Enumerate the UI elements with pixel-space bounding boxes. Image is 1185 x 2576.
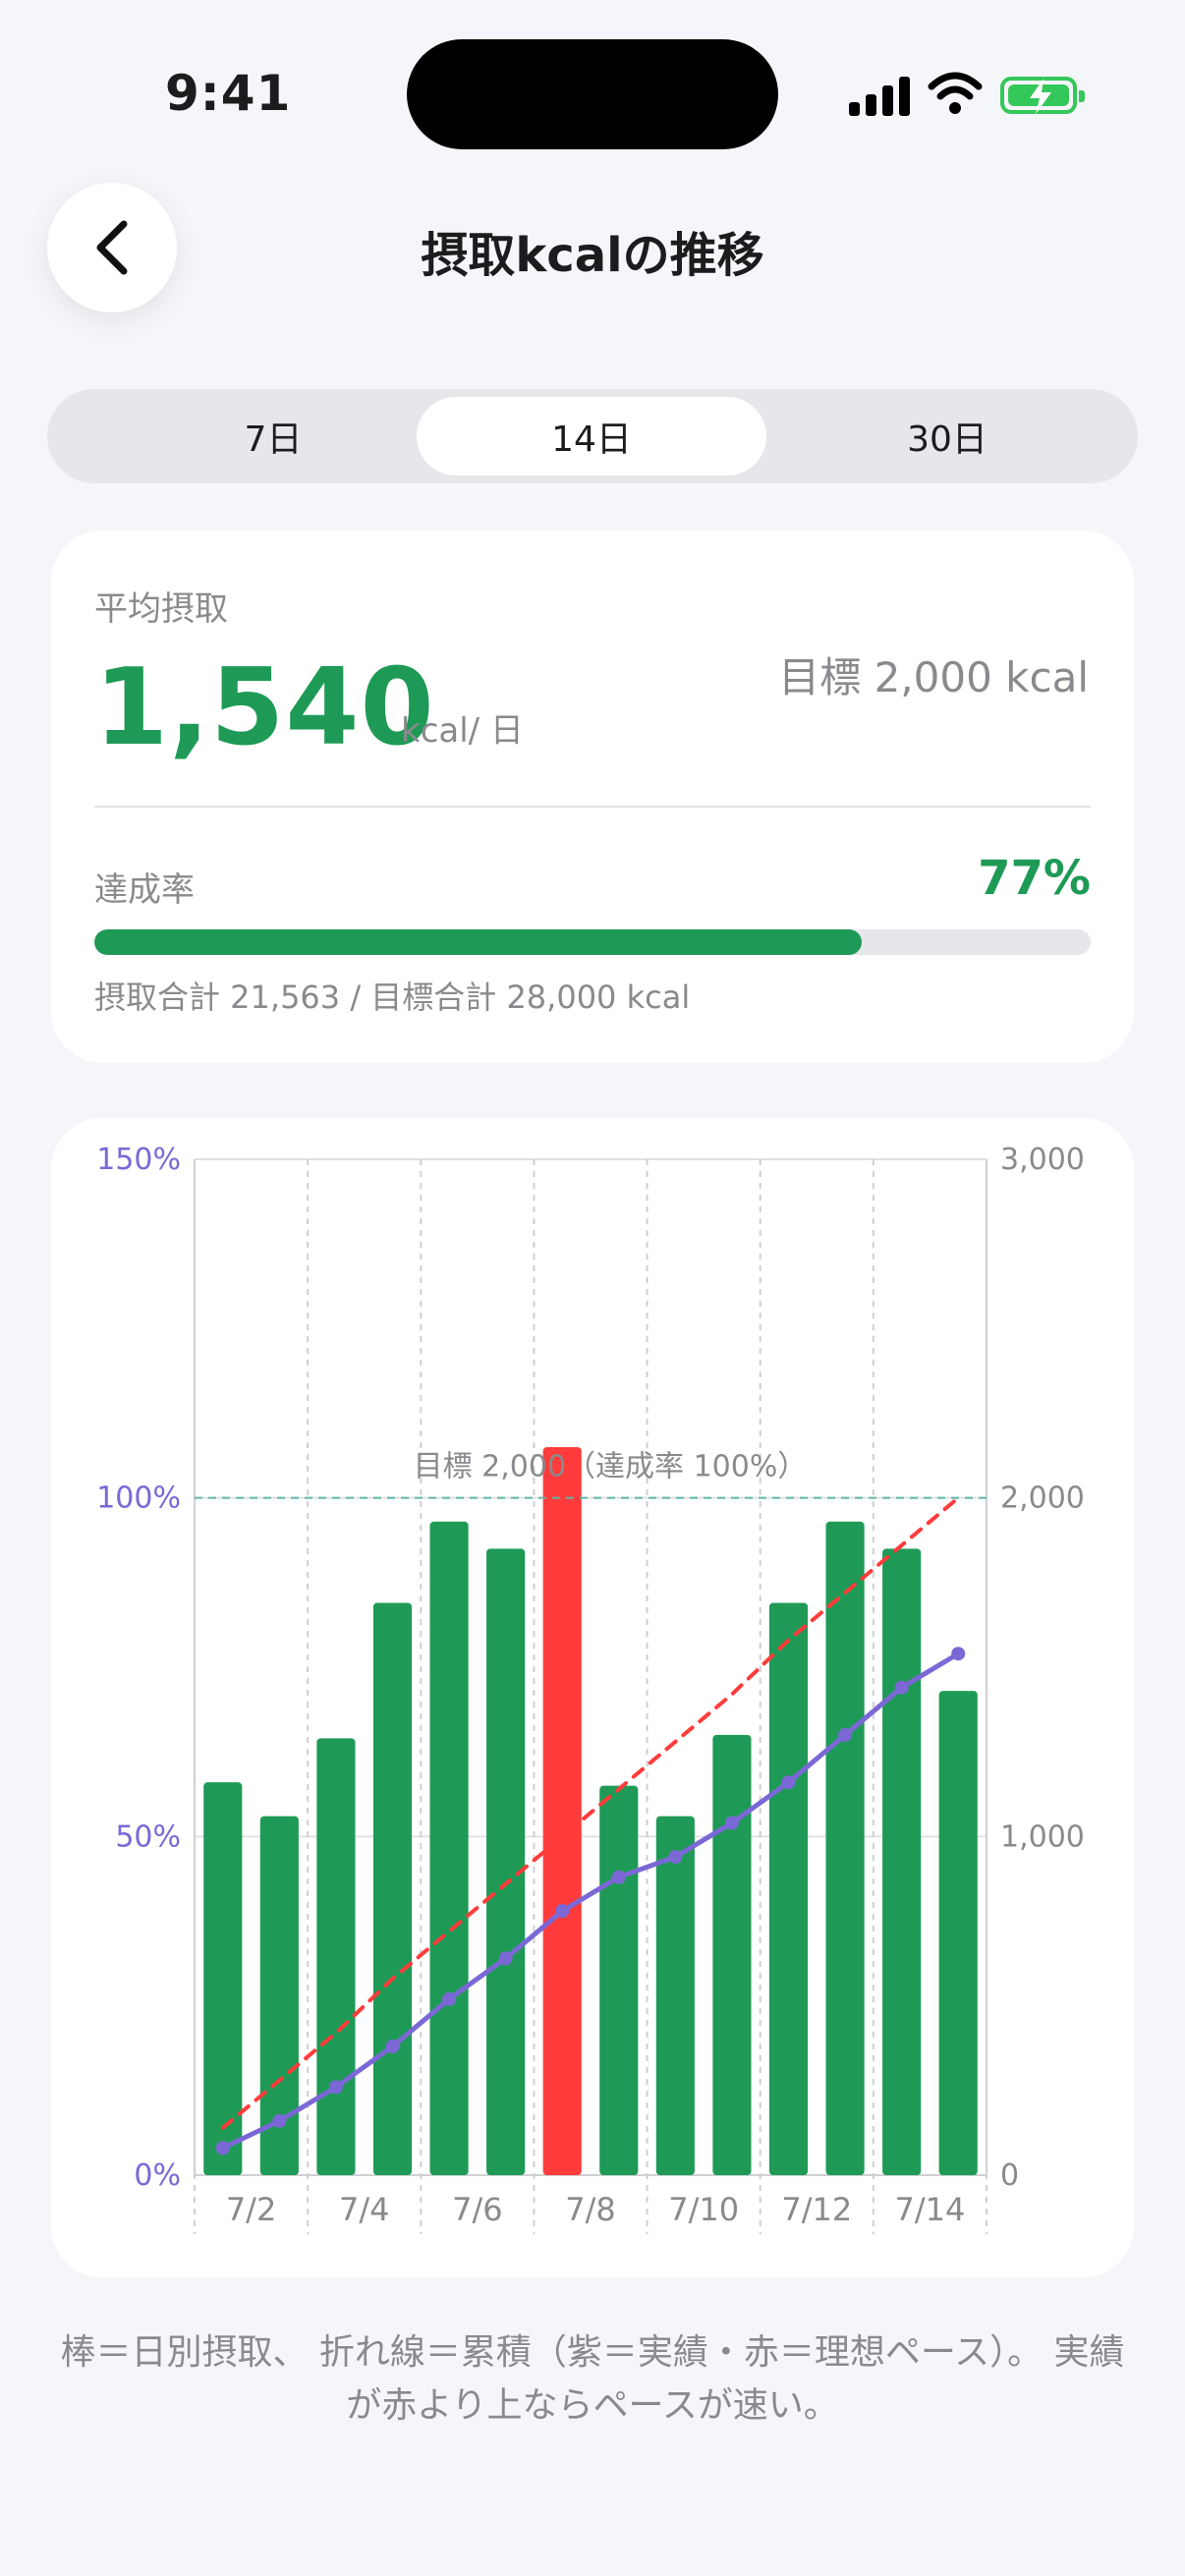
tab-7-days[interactable]: 7日	[98, 397, 448, 476]
bar-7-2	[203, 1782, 243, 2175]
cumulative-point-7-13	[838, 1727, 853, 1742]
achievement-rate-label: 達成率	[94, 870, 195, 910]
summary-card: 平均摂取 1,540 kcal/ 日 目標 2,000 kcal 達成率 77%…	[51, 531, 1134, 1063]
achievement-rate-value: 77%	[978, 851, 1091, 906]
bar-7-5	[372, 1602, 413, 2175]
totals-text: 摂取合計 21,563 / 目標合計 28,000 kcal	[94, 979, 691, 1016]
intake-chart: 目標 2,000（達成率 100%） 0% 50% 100% 150% 0 1,000 2,0…	[96, 1143, 1085, 2234]
chart-footnote: 棒＝日別摂取、 折れ線＝累積（紫＝実績・赤＝理想ペース）。 実績 が赤より上なら…	[39, 2326, 1146, 2433]
cumulative-point-7-6	[442, 1991, 457, 2006]
left-axis-tick-label: 0%	[134, 2158, 181, 2193]
x-axis-tick-label: 7/2	[226, 2191, 276, 2228]
x-axis-tick-label: 7/14	[894, 2191, 965, 2228]
cumulative-point-7-11	[724, 1816, 739, 1830]
footnote-line-2: が赤より上ならペースが速い。	[346, 2385, 839, 2426]
right-axis-tick-label: 0	[1000, 2158, 1019, 2193]
battery-icon	[1000, 77, 1085, 114]
x-axis-tick-label: 7/10	[668, 2191, 739, 2228]
cumulative-point-7-9	[611, 1870, 626, 1884]
footnote-line-1: 棒＝日別摂取、 折れ線＝累積（紫＝実績・赤＝理想ペース）。 実績	[60, 2332, 1125, 2373]
cumulative-point-7-15	[951, 1647, 966, 1661]
bar-7-9	[599, 1785, 639, 2175]
bar-7-11	[712, 1734, 752, 2175]
goal-line-label: 目標 2,000（達成率 100%）	[414, 1450, 808, 1484]
bar-7-6	[429, 1521, 469, 2175]
period-segmented-control: 7日 14日 30日	[47, 389, 1138, 483]
cumulative-point-7-14	[894, 1680, 909, 1695]
bar-7-8	[542, 1446, 582, 2175]
achievement-progress-fill	[94, 929, 862, 955]
bar-7-10	[655, 1816, 695, 2175]
status-time: 9:41	[165, 65, 292, 122]
average-intake-unit: kcal/ 日	[401, 711, 524, 751]
tab-14-days[interactable]: 14日	[417, 397, 766, 476]
average-intake-label: 平均摂取	[94, 589, 228, 629]
dynamic-island	[407, 39, 778, 149]
achievement-progress-bar	[94, 929, 1091, 955]
x-axis-tick-label: 7/8	[565, 2191, 616, 2228]
bar-7-12	[768, 1602, 809, 2175]
x-axis-tick-label: 7/12	[781, 2191, 852, 2228]
wifi-icon	[928, 72, 983, 114]
page-title: 摂取kcalの推移	[421, 228, 764, 283]
cumulative-point-7-2	[215, 2141, 230, 2156]
divider	[94, 806, 1091, 808]
chart-card: 目標 2,000（達成率 100%） 0% 50% 100% 150% 0 1,000 2,0…	[51, 1118, 1134, 2277]
bar-7-15	[938, 1691, 978, 2175]
cumulative-point-7-7	[498, 1951, 513, 1966]
cumulative-point-7-5	[385, 2040, 400, 2054]
right-axis-tick-label: 1,000	[1000, 1820, 1085, 1854]
goal-kcal: 目標 2,000 kcal	[778, 653, 1089, 701]
left-axis-tick-label: 150%	[96, 1143, 181, 1177]
bar-7-14	[882, 1548, 922, 2175]
tab-30-days[interactable]: 30日	[772, 397, 1122, 476]
left-axis-tick-label: 100%	[96, 1482, 181, 1516]
cumulative-point-7-10	[668, 1850, 683, 1865]
charging-bolt-icon	[1030, 79, 1051, 114]
signal-icon	[849, 75, 910, 116]
bar-7-13	[825, 1521, 865, 2175]
cumulative-point-7-8	[555, 1904, 570, 1919]
x-axis-tick-label: 7/6	[452, 2191, 503, 2228]
bar-7-4	[316, 1738, 356, 2175]
right-axis-tick-label: 2,000	[1000, 1482, 1085, 1516]
cumulative-point-7-4	[328, 2080, 343, 2095]
right-axis-tick-label: 3,000	[1000, 1143, 1085, 1177]
status-bar: 9:41	[0, 0, 1185, 196]
bar-7-7	[486, 1548, 526, 2175]
left-axis-tick-label: 50%	[115, 1820, 181, 1854]
average-intake-value: 1,540	[94, 646, 435, 769]
cumulative-point-7-3	[272, 2113, 287, 2128]
cumulative-point-7-12	[781, 1775, 796, 1790]
x-axis-tick-label: 7/4	[339, 2191, 390, 2228]
